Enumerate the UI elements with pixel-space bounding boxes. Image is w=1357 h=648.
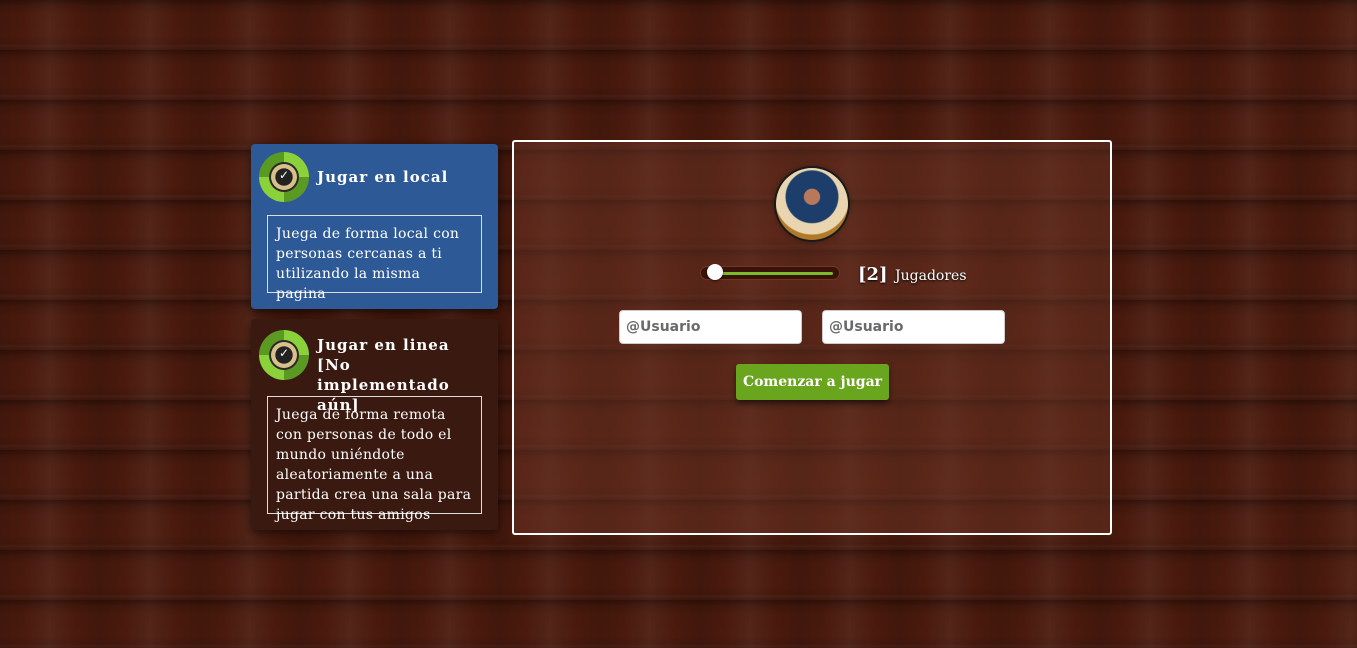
compass-badge-icon xyxy=(259,330,309,380)
player-avatar-icon xyxy=(776,168,848,240)
mode-card-local[interactable]: Jugar en local Juega de forma local con … xyxy=(251,144,498,309)
username-input-1[interactable] xyxy=(619,310,802,344)
start-game-button[interactable]: Comenzar a jugar xyxy=(736,364,889,400)
mode-card-online[interactable]: Jugar en linea [No implementado aún] Jue… xyxy=(251,319,498,530)
mode-description-local: Juega de forma local con personas cercan… xyxy=(267,215,482,302)
players-count-display: [2] Jugadores xyxy=(858,264,967,285)
mode-title-local: Jugar en local xyxy=(317,168,449,186)
mode-description-online: Juega de forma remota con personas de to… xyxy=(267,396,482,523)
players-label: Jugadores xyxy=(895,268,967,284)
players-count: [2] xyxy=(858,264,888,285)
username-input-2[interactable] xyxy=(822,310,1005,344)
players-slider[interactable] xyxy=(700,264,840,280)
game-setup-panel: [2] Jugadores Comenzar a jugar xyxy=(512,140,1112,535)
compass-badge-icon xyxy=(259,152,309,202)
slider-fill xyxy=(715,272,833,275)
slider-thumb[interactable] xyxy=(707,264,723,280)
